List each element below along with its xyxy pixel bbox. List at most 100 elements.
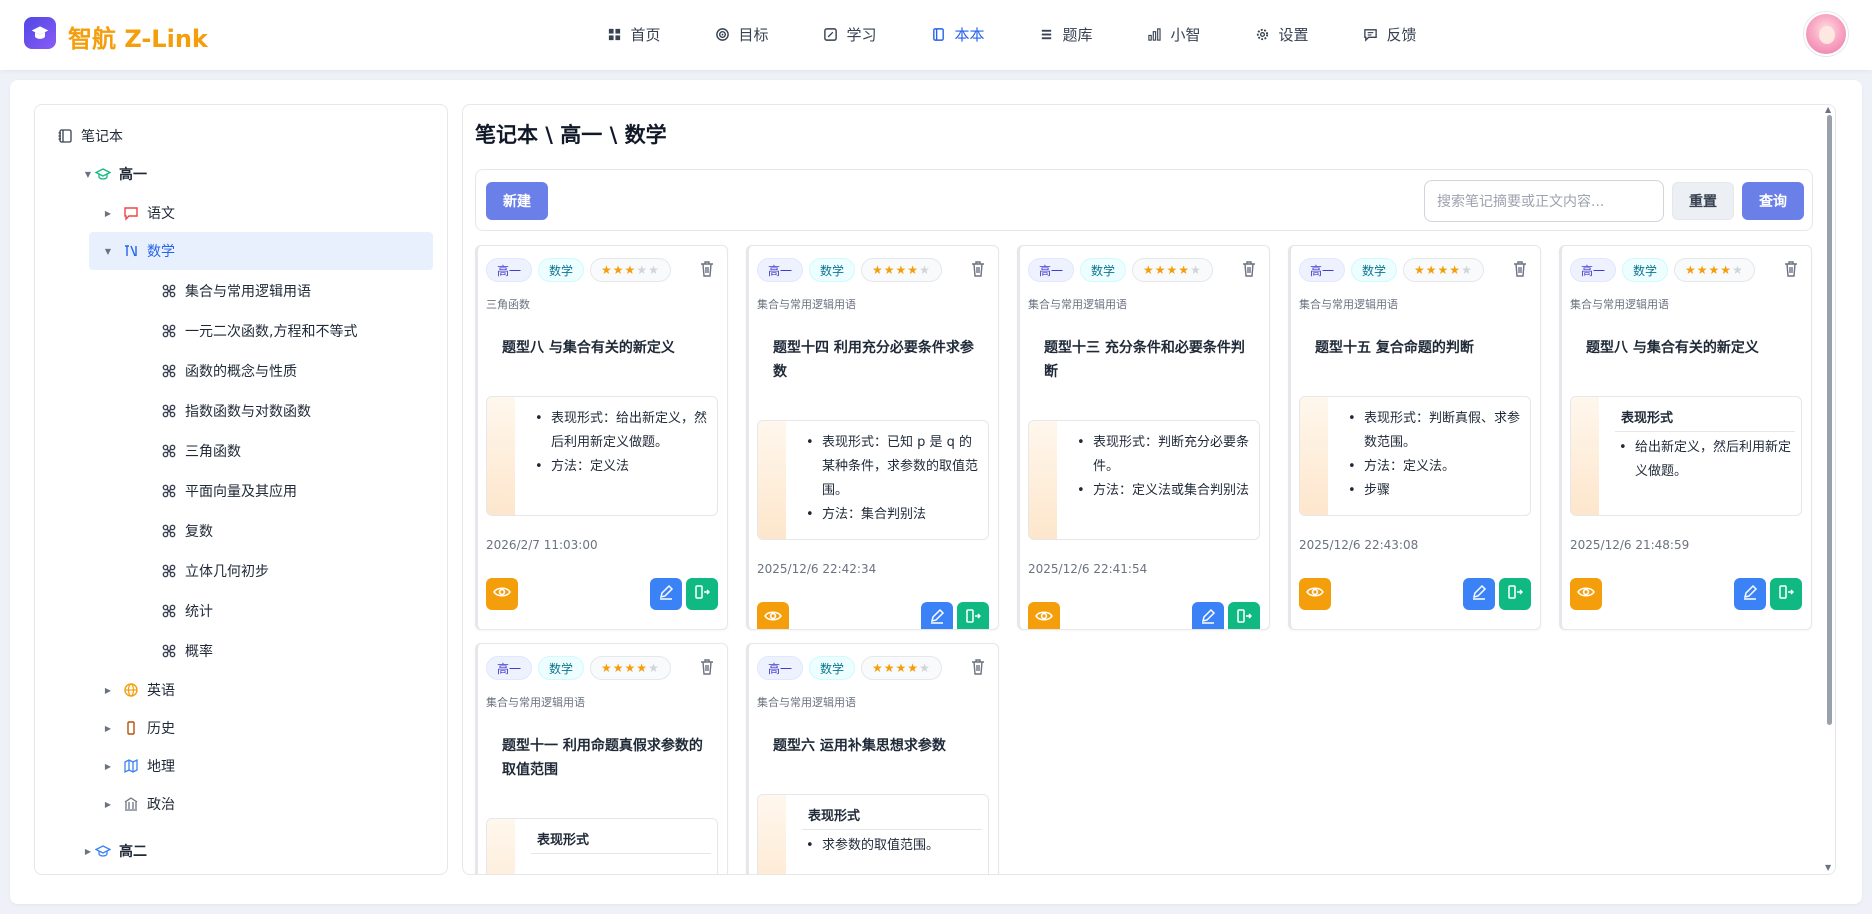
app-name[interactable]: 智航 Z-Link [68,19,208,54]
caret-right-icon[interactable]: ▶ [101,686,115,695]
scroll-down-arrow[interactable]: ▼ [1825,863,1831,872]
nav-assistant[interactable]: 小智 [1120,0,1228,68]
star-rating[interactable]: ★★★★★ [861,258,942,282]
caret-right-icon[interactable]: ▶ [81,847,95,856]
card-title[interactable]: 题型八 与集合有关的新定义 [502,336,712,360]
query-button[interactable]: 查询 [1742,182,1804,220]
tree-subject-politics[interactable]: ▶ 政治 [101,785,175,823]
star-rating[interactable]: ★★★★★ [590,656,671,680]
subject-tag[interactable]: 数学 [1351,258,1398,282]
card-preview[interactable]: 表现形式给出新定义，然后利用新定义做题。 [1570,396,1802,516]
subject-tag[interactable]: 数学 [1622,258,1669,282]
edit-button[interactable] [1192,602,1224,629]
reset-button[interactable]: 重置 [1672,182,1734,220]
search-input[interactable]: 搜索笔记摘要或正文内容... [1424,180,1664,222]
card-preview[interactable]: 表现形式：已知 p 是 q 的某种条件，求参数的取值范围。方法：集合判别法 [757,420,989,540]
caret-right-icon[interactable]: ▶ [101,209,115,218]
tree-topic[interactable]: 立体几何初步 [161,552,269,590]
move-button[interactable] [957,602,989,629]
view-button[interactable] [486,578,518,610]
grade-tag[interactable]: 高一 [486,258,533,282]
caret-right-icon[interactable]: ▶ [101,800,115,809]
tree-root[interactable]: 笔记本 [57,117,123,155]
card-preview[interactable]: 表现形式求参数的取值范围。 [757,794,989,874]
tree-subject-chinese[interactable]: ▶ 语文 [101,194,175,232]
grade-tag[interactable]: 高一 [1028,258,1075,282]
subject-tag[interactable]: 数学 [809,656,856,680]
delete-trash-icon[interactable] [1241,260,1257,278]
star-rating[interactable]: ★★★★★ [861,656,942,680]
card-preview[interactable]: 表现形式 [486,818,718,874]
scrollbar-thumb[interactable] [1827,115,1832,725]
delete-trash-icon[interactable] [1512,260,1528,278]
card-title[interactable]: 题型八 与集合有关的新定义 [1586,336,1796,360]
scroll-up-arrow[interactable]: ▲ [1825,105,1831,114]
move-button[interactable] [686,578,718,610]
move-button[interactable] [1228,602,1260,629]
tree-subject-history[interactable]: ▶ 历史 [101,709,175,747]
tree-subject-math[interactable]: ▼ 数学 [89,232,433,270]
nav-study[interactable]: 学习 [796,0,904,68]
nav-home[interactable]: 首页 [580,0,688,68]
note-card[interactable]: 高一 数学 ★★★★★ 集合与常用逻辑用语 题型十五 复合命题的判断 表现形式：… [1288,245,1541,630]
grade-tag[interactable]: 高一 [757,258,804,282]
edit-button[interactable] [921,602,953,629]
nav-feedback[interactable]: 反馈 [1336,0,1444,68]
tree-topic[interactable]: 一元二次函数,方程和不等式 [161,312,357,350]
caret-right-icon[interactable]: ▶ [101,724,115,733]
tree-grade-1[interactable]: ▼ 高一 [81,155,147,193]
subject-tag[interactable]: 数学 [1080,258,1127,282]
grade-tag[interactable]: 高一 [486,656,533,680]
caret-down-icon[interactable]: ▼ [81,170,95,179]
tree-grade-2[interactable]: ▶ 高二 [81,832,147,870]
view-button[interactable] [1028,602,1060,629]
subject-tag[interactable]: 数学 [538,656,585,680]
star-rating[interactable]: ★★★★★ [1674,258,1755,282]
card-preview[interactable]: 表现形式：判断充分必要条件。方法：定义法或集合判别法 [1028,420,1260,540]
tree-subject-geography[interactable]: ▶ 地理 [101,747,175,785]
delete-trash-icon[interactable] [699,260,715,278]
note-card[interactable]: 高一 数学 ★★★★★ 三角函数 题型八 与集合有关的新定义 表现形式：给出新定… [475,245,728,630]
subject-tag[interactable]: 数学 [538,258,585,282]
card-title[interactable]: 题型六 运用补集思想求参数 [773,734,983,758]
tree-topic[interactable]: 统计 [161,592,213,630]
edit-button[interactable] [650,578,682,610]
delete-trash-icon[interactable] [970,260,986,278]
grade-tag[interactable]: 高一 [1299,258,1346,282]
nav-notebook[interactable]: 本本 [904,0,1012,68]
star-rating[interactable]: ★★★★★ [590,258,671,282]
delete-trash-icon[interactable] [699,658,715,676]
tree-topic[interactable]: 函数的概念与性质 [161,352,297,390]
delete-trash-icon[interactable] [970,658,986,676]
tree-topic[interactable]: 集合与常用逻辑用语 [161,272,311,310]
star-rating[interactable]: ★★★★★ [1403,258,1484,282]
tree-topic[interactable]: 复数 [161,512,213,550]
card-title[interactable]: 题型十一 利用命题真假求参数的取值范围 [502,734,712,782]
card-title[interactable]: 题型十四 利用充分必要条件求参数 [773,336,983,384]
caret-right-icon[interactable]: ▶ [101,762,115,771]
tree-topic[interactable]: 三角函数 [161,432,241,470]
edit-button[interactable] [1463,578,1495,610]
star-rating[interactable]: ★★★★★ [1132,258,1213,282]
move-button[interactable] [1770,578,1802,610]
card-title[interactable]: 题型十三 充分条件和必要条件判断 [1044,336,1254,384]
card-title[interactable]: 题型十五 复合命题的判断 [1315,336,1525,360]
tree-topic[interactable]: 指数函数与对数函数 [161,392,311,430]
move-button[interactable] [1499,578,1531,610]
note-card[interactable]: 高一 数学 ★★★★★ 集合与常用逻辑用语 题型十三 充分条件和必要条件判断 表… [1017,245,1270,630]
view-button[interactable] [757,602,789,629]
new-note-button[interactable]: 新建 [486,182,548,220]
note-card[interactable]: 高一 数学 ★★★★ ★ 集合与常用逻辑用语 题型八 与集合有关的新定义 表现形式… [1559,245,1812,630]
caret-down-icon[interactable]: ▼ [101,247,115,256]
delete-trash-icon[interactable] [1783,260,1799,278]
subject-tag[interactable]: 数学 [809,258,856,282]
user-avatar[interactable] [1804,12,1848,56]
grade-tag[interactable]: 高一 [1570,258,1617,282]
note-card[interactable]: 高一 数学 ★★★★★ 集合与常用逻辑用语 题型十四 利用充分必要条件求参数 表… [746,245,999,630]
nav-settings[interactable]: 设置 [1228,0,1336,68]
nav-goals[interactable]: 目标 [688,0,796,68]
grade-tag[interactable]: 高一 [757,656,804,680]
scrollbar[interactable]: ▲ ▼ [1825,105,1835,874]
edit-button[interactable] [1734,578,1766,610]
view-button[interactable] [1299,578,1331,610]
